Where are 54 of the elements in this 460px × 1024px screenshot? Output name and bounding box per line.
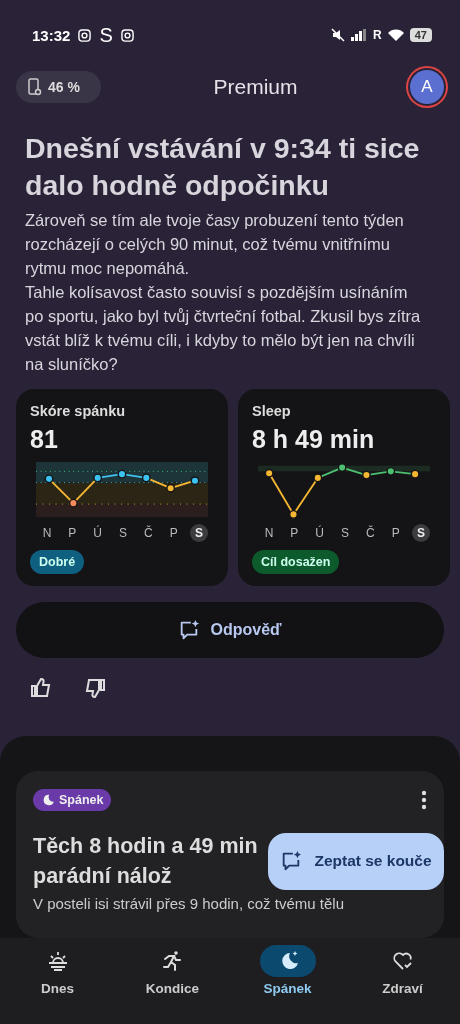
- thumbs-down-icon[interactable]: [83, 676, 107, 700]
- nav-tab[interactable]: Zdraví: [357, 944, 448, 1024]
- metric-value: 8 h 49 min: [252, 425, 376, 454]
- insight-paragraph: Tahle kolísavost často souvisí s pozdějším usínáním po sportu, jako byl tvůj čtvrteční fotbal. Zkusil bys zítra vstát blíž k tvému cíli, i kdyby to mělo být jen na chvíli na sluníčko?: [25, 282, 422, 375]
- battery-percent: 46 %: [48, 79, 80, 95]
- reply-button[interactable]: Odpověď: [16, 602, 444, 658]
- day-label: P: [289, 525, 300, 542]
- nav-tab[interactable]: Kondice: [127, 944, 218, 1024]
- day-label: P: [168, 525, 179, 542]
- metric-label: Skóre spánku: [30, 403, 127, 419]
- metric-label: Sleep: [252, 403, 292, 419]
- feed-heading: Těch 8 hodin a 49 min parádní nálož: [33, 833, 259, 890]
- signal-icon: [351, 29, 368, 41]
- day-label: Č: [142, 524, 154, 542]
- day-label: S: [411, 524, 430, 542]
- battery-indicator: 47: [409, 28, 432, 42]
- roaming-indicator: R: [373, 28, 382, 42]
- day-label: S: [117, 525, 128, 542]
- watch-icon: [28, 78, 42, 96]
- thumbs-up-icon[interactable]: [29, 676, 53, 700]
- more-options-icon[interactable]: [421, 790, 427, 810]
- status-chip: Dobré: [30, 550, 85, 574]
- chat-sparkle-icon: [280, 850, 303, 872]
- tag-label: Spánek: [59, 793, 104, 807]
- page-title: Premium: [213, 75, 298, 99]
- day-label: Ú: [92, 524, 103, 542]
- metric-value: 81: [30, 425, 59, 454]
- metric-card[interactable]: Skóre spánku 81 N P Ú S Č P S Dobré: [16, 389, 228, 586]
- camera-app-icon: [78, 28, 92, 42]
- wifi-icon: [387, 29, 404, 41]
- day-label: N: [263, 525, 275, 542]
- ask-coach-button[interactable]: Zeptat se kouče: [268, 832, 444, 890]
- chat-sparkle-icon: [178, 619, 201, 641]
- nav-tab[interactable]: Dnes: [12, 944, 103, 1024]
- insight-heading: Dnešní vstávání v 9:34 ti sice dalo hodně odpočinku: [25, 131, 421, 203]
- feed-card[interactable]: Spánek Těch 8 hodin a 49 min parádní nálož Zeptat se kouče V posteli isi strávil přes 9 hodin, což tvému tělu: [16, 771, 444, 938]
- status-chip: Cíl dosažen: [252, 550, 340, 574]
- feed-text: V posteli isi strávil přes 9 hodin, což tvému tělu: [33, 895, 345, 912]
- day-label: S: [339, 525, 350, 542]
- day-label: N: [41, 525, 53, 542]
- nav-tab[interactable]: Spánek: [242, 944, 333, 1024]
- status-time: 13:32: [32, 26, 71, 44]
- metric-card[interactable]: Sleep 8 h 49 min N P Ú S Č P S Cíl dosažen: [238, 389, 450, 586]
- app-letter: S: [99, 23, 113, 47]
- day-label: Č: [364, 524, 376, 542]
- day-label: S: [189, 524, 208, 542]
- day-label: P: [67, 525, 78, 542]
- camera-app-icon: [120, 28, 134, 42]
- day-label: P: [390, 525, 401, 542]
- insight-paragraph: Zároveň se tím ale tvoje časy probuzení tento týden rozcházejí o celých 90 minut, což tvému vnitřnímu rytmu moc nepomáhá.: [25, 210, 405, 279]
- mute-icon: [331, 28, 346, 42]
- day-label: Ú: [314, 524, 325, 542]
- watch-battery-chip[interactable]: 46 %: [16, 71, 101, 103]
- moon-icon: [41, 793, 55, 807]
